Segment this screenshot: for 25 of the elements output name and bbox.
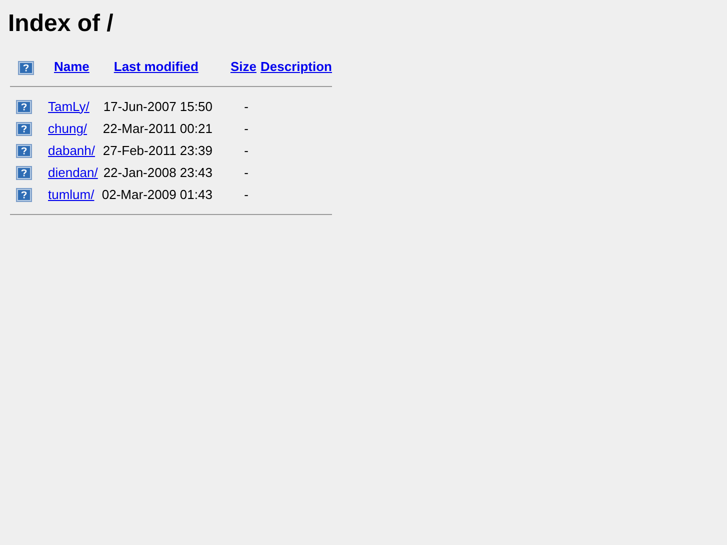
modified-date: 17-Jun-2007 15:50	[103, 98, 212, 114]
modified-date: 22-Mar-2011 00:21	[102, 120, 212, 136]
modified-date: 27-Feb-2011 23:39	[102, 142, 212, 158]
folder-link[interactable]: tumlum/	[48, 186, 94, 202]
name-sort-link[interactable]: Name	[54, 59, 90, 74]
folder-link[interactable]: diendan/	[48, 164, 98, 180]
size-sort-link[interactable]: Size	[230, 59, 256, 74]
size-value: -	[244, 98, 248, 114]
modified-date: 02-Mar-2009 01:43	[102, 186, 212, 202]
size-value: -	[244, 120, 248, 136]
modified-date: 22-Jan-2008 23:43	[103, 164, 212, 180]
folder-link[interactable]: TamLy/	[48, 98, 90, 114]
size-value: -	[244, 142, 248, 158]
unknown-file-icon	[16, 144, 32, 158]
modified-sort-link[interactable]: Last modified	[114, 59, 198, 74]
unknown-file-icon	[16, 122, 32, 136]
folder-link[interactable]: dabanh/	[48, 142, 95, 158]
description-sort-link[interactable]: Description	[260, 59, 332, 74]
unknown-file-icon	[16, 100, 32, 114]
unknown-file-icon	[16, 166, 32, 180]
folder-link[interactable]: chung/	[48, 120, 88, 136]
size-value: -	[244, 164, 248, 180]
size-value: -	[244, 186, 248, 202]
unknown-file-icon	[16, 188, 32, 202]
page-title: Index of /	[8, 9, 114, 39]
